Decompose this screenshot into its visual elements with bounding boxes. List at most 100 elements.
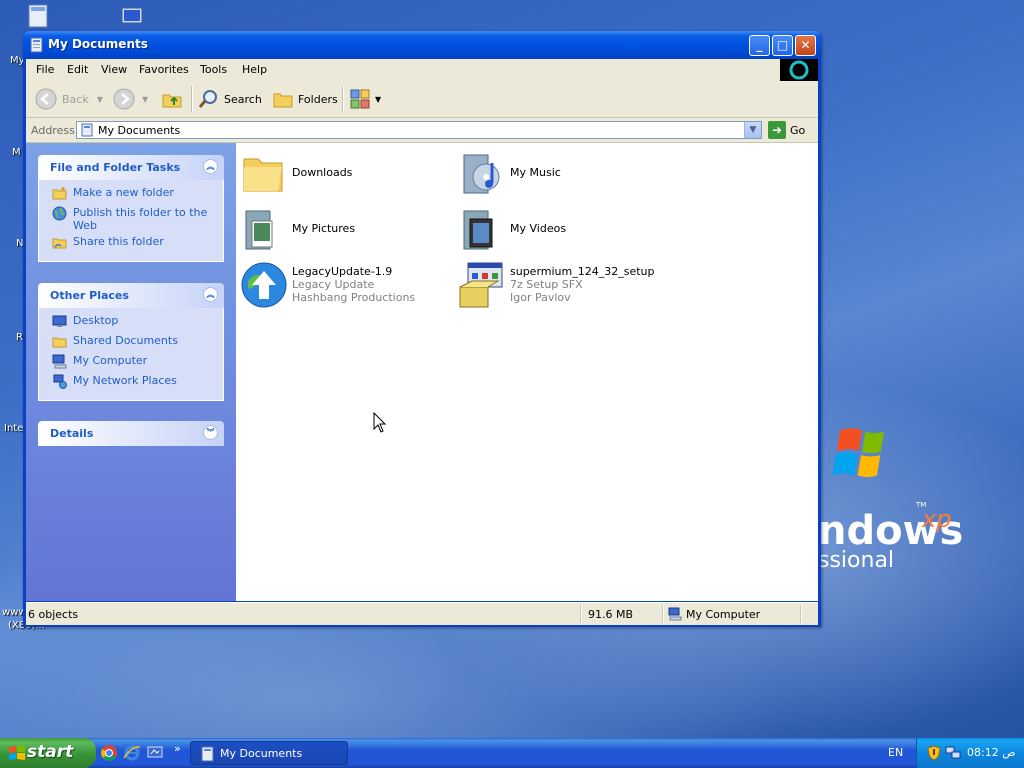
search-label: Search bbox=[224, 92, 262, 106]
clock[interactable]: 08:12 ص bbox=[967, 746, 1016, 759]
menu-tools[interactable]: Tools bbox=[200, 63, 227, 76]
computer-icon bbox=[668, 607, 682, 621]
title-bar[interactable]: My Documents _ □ ✕ bbox=[23, 31, 821, 59]
place-shared-documents[interactable]: Shared Documents bbox=[39, 334, 223, 351]
back-button[interactable]: Back ▼ bbox=[34, 87, 103, 111]
menu-favorites[interactable]: Favorites bbox=[139, 63, 189, 76]
network-connection-icon[interactable] bbox=[945, 745, 961, 761]
file-item-legacyupdate[interactable]: LegacyUpdate-1.9 Legacy Update Hashbang … bbox=[240, 261, 450, 311]
edition-wordmark: ssional bbox=[818, 548, 895, 573]
mouse-cursor-icon bbox=[373, 412, 387, 433]
panel-title: File and Folder Tasks bbox=[50, 161, 181, 174]
other-places-panel: Other Places ︽ Desktop Shared Documents … bbox=[38, 283, 224, 401]
task-publish-web[interactable]: Publish this folder to the Web bbox=[39, 206, 223, 232]
chevron-down-icon[interactable]: ▼ bbox=[375, 95, 381, 104]
place-desktop[interactable]: Desktop bbox=[39, 314, 223, 331]
place-my-computer[interactable]: My Computer bbox=[39, 354, 223, 371]
start-button[interactable]: start bbox=[0, 738, 96, 768]
my-computer-desktop-icon[interactable] bbox=[120, 6, 146, 32]
shared-folder-icon bbox=[52, 337, 67, 348]
folders-button[interactable]: Folders bbox=[272, 87, 338, 111]
panel-header[interactable]: File and Folder Tasks ︽ bbox=[38, 155, 224, 180]
chevron-down-icon[interactable]: ▼ bbox=[142, 95, 148, 104]
status-bar: 6 objects 91.6 MB My Computer bbox=[26, 602, 818, 625]
go-button[interactable]: ➜ Go bbox=[768, 121, 805, 139]
close-button[interactable]: ✕ bbox=[795, 35, 816, 56]
my-documents-desktop-icon[interactable] bbox=[26, 2, 52, 28]
address-dropdown-button[interactable]: ▼ bbox=[744, 122, 761, 138]
chevron-down-icon[interactable]: ︾ bbox=[203, 425, 218, 440]
pictures-folder-icon bbox=[245, 210, 273, 250]
file-name: LegacyUpdate-1.9 bbox=[292, 265, 393, 278]
folders-label: Folders bbox=[298, 92, 338, 106]
go-arrow-icon: ➜ bbox=[768, 121, 786, 139]
close-icon: ✕ bbox=[800, 38, 811, 52]
views-button[interactable]: ▼ bbox=[349, 87, 381, 111]
address-input[interactable]: My Documents ▼ bbox=[76, 121, 762, 139]
toolbar-separator bbox=[342, 86, 344, 112]
menu-view[interactable]: View bbox=[101, 63, 127, 76]
back-label: Back bbox=[62, 92, 89, 106]
file-item-downloads[interactable]: Downloads bbox=[240, 149, 450, 199]
task-share-folder[interactable]: Share this folder bbox=[39, 235, 223, 252]
chevron-up-icon[interactable]: ︽ bbox=[203, 159, 218, 174]
file-name: My Videos bbox=[510, 222, 567, 235]
file-item-my-music[interactable]: My Music bbox=[458, 149, 668, 199]
taskbar-my-documents[interactable]: My Documents bbox=[190, 741, 348, 765]
folder-icon bbox=[243, 158, 283, 192]
menu-file[interactable]: File bbox=[36, 63, 54, 76]
globe-icon bbox=[52, 206, 67, 221]
explorer-window: My Documents _ □ ✕ File Edit View Favori… bbox=[23, 31, 821, 627]
share-folder-icon bbox=[52, 238, 67, 249]
chevron-down-icon[interactable]: ▼ bbox=[97, 95, 103, 104]
up-folder-button[interactable] bbox=[160, 87, 184, 111]
internet-explorer-icon[interactable] bbox=[123, 744, 141, 762]
show-desktop-icon[interactable] bbox=[146, 744, 164, 762]
chrome-icon[interactable] bbox=[100, 744, 118, 762]
my-documents-icon bbox=[81, 123, 93, 137]
file-name: Downloads bbox=[292, 166, 353, 179]
file-company: Hashbang Productions bbox=[292, 291, 416, 304]
minimize-icon: _ bbox=[756, 38, 763, 52]
back-arrow-icon bbox=[35, 88, 57, 110]
file-name: supermium_124_32_setup bbox=[510, 265, 655, 278]
folders-icon bbox=[273, 93, 293, 108]
new-folder-icon bbox=[52, 187, 67, 200]
file-item-my-pictures[interactable]: My Pictures bbox=[240, 205, 450, 255]
maximize-button[interactable]: □ bbox=[772, 35, 793, 56]
desktop-label-fragment: R bbox=[16, 332, 23, 343]
task-make-new-folder[interactable]: Make a new folder bbox=[39, 186, 223, 203]
toolbar: Back ▼ ▼ Search Folders ▼ bbox=[26, 81, 818, 118]
place-label: My Computer bbox=[73, 354, 148, 367]
quick-launch-chevron[interactable]: » bbox=[174, 742, 181, 755]
place-my-network-places[interactable]: My Network Places bbox=[39, 374, 223, 391]
panel-header[interactable]: Details ︾ bbox=[38, 421, 224, 446]
forward-arrow-icon bbox=[113, 88, 135, 110]
search-button[interactable]: Search bbox=[198, 87, 262, 111]
file-item-my-videos[interactable]: My Videos bbox=[458, 205, 668, 255]
music-folder-icon bbox=[463, 154, 500, 194]
menu-bar: File Edit View Favorites Tools Help bbox=[26, 59, 818, 82]
status-size: 91.6 MB bbox=[588, 608, 634, 621]
trademark-mark: TM bbox=[916, 501, 927, 509]
security-shield-icon[interactable] bbox=[926, 745, 942, 761]
file-list: Downloads My Music My Pictures My Videos… bbox=[236, 143, 818, 601]
taskbar-button-label: My Documents bbox=[220, 747, 303, 760]
place-label: My Network Places bbox=[73, 374, 177, 387]
chevron-up-icon[interactable]: ︽ bbox=[203, 287, 218, 302]
panel-header[interactable]: Other Places ︽ bbox=[38, 283, 224, 308]
system-tray: 08:12 ص bbox=[916, 738, 1024, 768]
forward-button[interactable]: ▼ bbox=[112, 87, 148, 111]
panel-title: Other Places bbox=[50, 289, 129, 302]
panel-body: Make a new folder Publish this folder to… bbox=[38, 180, 224, 262]
file-item-supermium-setup[interactable]: supermium_124_32_setup 7z Setup SFX Igor… bbox=[458, 261, 668, 311]
status-divider bbox=[580, 605, 582, 623]
language-indicator[interactable]: EN bbox=[888, 746, 903, 759]
panel-body: Desktop Shared Documents My Computer My … bbox=[38, 308, 224, 401]
address-label: Address bbox=[31, 124, 75, 137]
menu-help[interactable]: Help bbox=[242, 63, 267, 76]
chevron-down-icon: ▼ bbox=[749, 125, 757, 135]
menu-edit[interactable]: Edit bbox=[67, 63, 88, 76]
task-label: Share this folder bbox=[73, 235, 164, 248]
minimize-button[interactable]: _ bbox=[749, 35, 770, 56]
